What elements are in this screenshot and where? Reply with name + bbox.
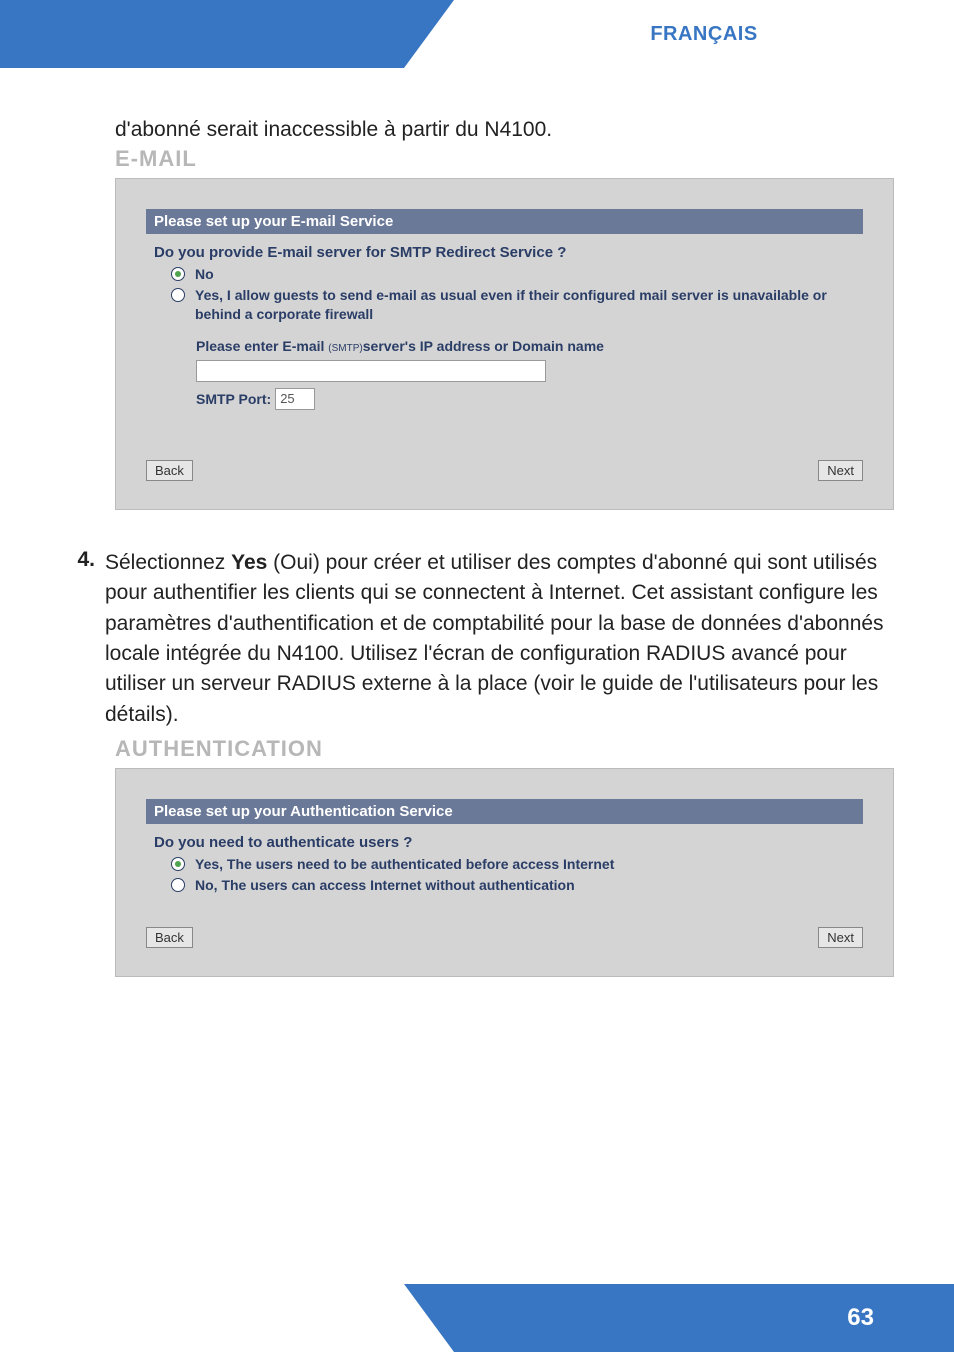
page-content: d'abonné serait inaccessible à partir du…: [0, 68, 954, 977]
email-option-no[interactable]: No: [146, 265, 863, 284]
back-button[interactable]: Back: [146, 927, 193, 948]
smtp-prompt-small: (SMTP): [328, 343, 362, 354]
auth-option-yes-label: Yes, The users need to be authenticated …: [195, 855, 614, 874]
next-button[interactable]: Next: [818, 927, 863, 948]
smtp-server-input[interactable]: [196, 360, 546, 382]
auth-panel-inner: Please set up your Authentication Servic…: [116, 769, 893, 917]
footer-bar: 63: [0, 1284, 954, 1352]
auth-question: Do you need to authenticate users ?: [146, 834, 863, 851]
auth-panel-title: Please set up your Authentication Servic…: [146, 799, 863, 824]
next-button[interactable]: Next: [818, 460, 863, 481]
language-label: FRANÇAIS: [650, 23, 757, 46]
email-question: Do you provide E-mail server for SMTP Re…: [146, 244, 863, 261]
email-option-no-label: No: [195, 265, 214, 284]
step-text-pre: Sélectionnez: [105, 551, 231, 574]
page-number: 63: [847, 1304, 874, 1332]
header-accent: [0, 0, 454, 68]
radio-icon[interactable]: [171, 857, 185, 871]
auth-option-no-label: No, The users can access Internet withou…: [195, 876, 575, 895]
email-option-yes[interactable]: Yes, I allow guests to send e-mail as us…: [146, 286, 863, 324]
radio-icon[interactable]: [171, 267, 185, 281]
auth-panel: Please set up your Authentication Servic…: [115, 768, 894, 977]
intro-text: d'abonné serait inaccessible à partir du…: [60, 118, 894, 142]
smtp-port-row: SMTP Port:: [146, 388, 863, 410]
smtp-server-prompt: Please enter E-mail (SMTP)server's IP ad…: [146, 338, 863, 354]
step-text-bold: Yes: [231, 551, 267, 574]
email-section-label: E-MAIL: [60, 146, 894, 172]
header-bar: FRANÇAIS: [0, 0, 954, 68]
auth-section-label: AUTHENTICATION: [60, 736, 894, 762]
auth-option-no[interactable]: No, The users can access Internet withou…: [146, 876, 863, 895]
radio-icon[interactable]: [171, 878, 185, 892]
auth-option-yes[interactable]: Yes, The users need to be authenticated …: [146, 855, 863, 874]
smtp-prompt-prefix: Please enter E-mail: [196, 338, 328, 354]
smtp-prompt-suffix: server's IP address or Domain name: [363, 338, 604, 354]
step-text: Sélectionnez Yes (Oui) pour créer et uti…: [105, 548, 894, 731]
footer-accent: 63: [454, 1284, 954, 1352]
smtp-port-input[interactable]: [275, 388, 315, 410]
back-button[interactable]: Back: [146, 460, 193, 481]
radio-icon[interactable]: [171, 288, 185, 302]
step-4: 4. Sélectionnez Yes (Oui) pour créer et …: [60, 548, 894, 731]
email-panel: Please set up your E-mail Service Do you…: [115, 178, 894, 510]
auth-button-row: Back Next: [116, 927, 893, 976]
email-panel-inner: Please set up your E-mail Service Do you…: [116, 179, 893, 430]
email-option-yes-label: Yes, I allow guests to send e-mail as us…: [195, 286, 863, 324]
step-number: 4.: [60, 548, 95, 731]
smtp-port-label: SMTP Port:: [196, 391, 271, 407]
email-panel-title: Please set up your E-mail Service: [146, 209, 863, 234]
header-language-area: FRANÇAIS: [454, 0, 954, 68]
step-text-post: (Oui) pour créer et utiliser des comptes…: [105, 551, 884, 726]
footer-left: [0, 1284, 454, 1352]
email-button-row: Back Next: [116, 460, 893, 509]
